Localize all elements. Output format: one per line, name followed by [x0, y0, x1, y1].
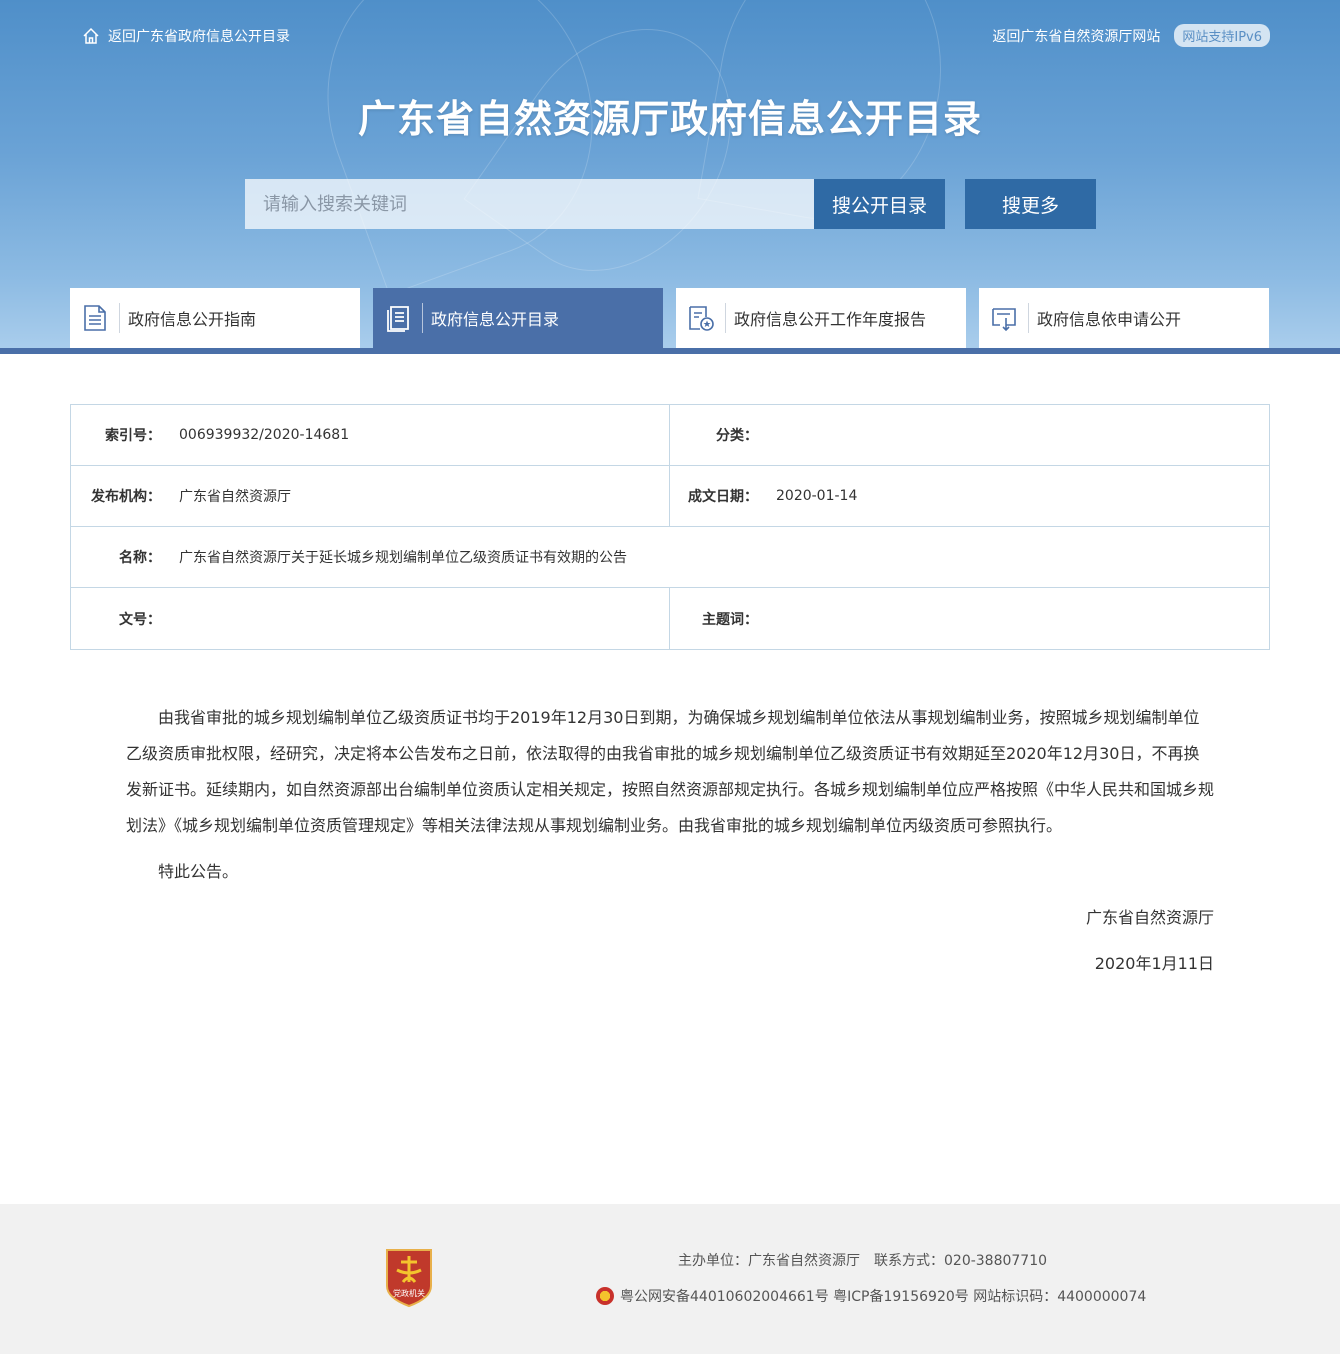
publisher-value: 广东省自然资源厅 [179, 489, 291, 505]
article-paragraph: 特此公告。 [158, 862, 239, 881]
footer-record-text[interactable]: 粤公网安备44010602004661号 粤ICP备19156920号 网站标识… [620, 1286, 1146, 1306]
index-value: 006939932/2020-14681 [179, 427, 350, 443]
tab-catalog-label: 政府信息公开目录 [431, 310, 560, 329]
article-signature: 广东省自然资源厅 [1085, 908, 1214, 927]
emblem-text: 党政机关 [393, 1288, 425, 1298]
article-paragraph: 由我省审批的城乡规划编制单位乙级资质证书均于2019年12月30日到期，为确保城… [126, 708, 1215, 835]
tab-apply[interactable]: 政府信息依申请公开 [979, 288, 1269, 348]
footer-host-info: 主办单位：广东省自然资源厅 联系方式：020-38807710 [678, 1253, 1048, 1269]
docno-label: 文号： [119, 611, 161, 628]
page-title: 广东省自然资源厅政府信息公开目录 [357, 97, 982, 141]
header-banner: 返回广东省政府信息公开目录 返回广东省自然资源厅网站 网站支持IPv6 广东省自… [0, 0, 1340, 348]
police-badge-icon[interactable] [596, 1287, 614, 1305]
article-body: 由我省审批的城乡规划编制单位乙级资质证书均于2019年12月30日到期，为确保城… [126, 700, 1214, 982]
tab-catalog[interactable]: 政府信息公开目录 [373, 288, 663, 348]
back-to-catalog-link[interactable]: 返回广东省政府信息公开目录 [82, 26, 290, 46]
document-info-table: 索引号： 006939932/2020-14681 分类： 发布机构： 广东省自… [70, 404, 1270, 650]
header-divider [0, 348, 1340, 354]
date-value: 2020-01-14 [776, 488, 858, 504]
name-label: 名称： [119, 550, 161, 566]
keywords-label: 主题词： [702, 611, 758, 628]
info-cell-docno: 文号： [71, 588, 670, 649]
report-icon [676, 303, 726, 333]
document-icon [70, 303, 120, 333]
tab-annual-report-label: 政府信息公开工作年度报告 [734, 310, 927, 329]
info-row: 名称： 广东省自然资源厅关于延长城乡规划编制单位乙级资质证书有效期的公告 [71, 527, 1269, 588]
info-cell-publisher: 发布机构： 广东省自然资源厅 [71, 466, 670, 526]
tab-guide[interactable]: 政府信息公开指南 [70, 288, 360, 348]
catalog-icon [373, 303, 423, 333]
home-icon [83, 27, 99, 44]
publisher-label: 发布机构： [91, 489, 161, 505]
category-label: 分类： [716, 428, 758, 444]
info-cell-name: 名称： 广东省自然资源厅关于延长城乡规划编制单位乙级资质证书有效期的公告 [71, 527, 1269, 587]
info-row: 索引号： 006939932/2020-14681 分类： [71, 405, 1269, 466]
name-value: 广东省自然资源厅关于延长城乡规划编制单位乙级资质证书有效期的公告 [179, 550, 627, 566]
footer: 党政机关 主办单位：广东省自然资源厅 联系方式：020-38807710 粤公网… [0, 1204, 1340, 1354]
apply-icon [979, 303, 1029, 333]
nav-tabs: 政府信息公开指南 政府信息公开目录 政府信息公开工作年度报告 政府信息依申请公开 [70, 288, 1270, 348]
ipv6-badge: 网站支持IPv6 [1174, 24, 1270, 47]
info-row: 文号： 主题词： [71, 588, 1269, 649]
search-more-button[interactable]: 搜更多 [965, 179, 1096, 229]
tab-guide-label: 政府信息公开指南 [128, 310, 257, 329]
footer-record-info: 粤公网安备44010602004661号 粤ICP备19156920号 网站标识… [596, 1286, 1146, 1306]
index-label: 索引号： [105, 428, 161, 444]
tab-annual-report[interactable]: 政府信息公开工作年度报告 [676, 288, 966, 348]
article-sign-date: 2020年1月11日 [1094, 954, 1214, 973]
topbar-right: 返回广东省自然资源厅网站 网站支持IPv6 [992, 24, 1270, 47]
tab-apply-label: 政府信息依申请公开 [1037, 310, 1182, 329]
info-row: 发布机构： 广东省自然资源厅 成文日期： 2020-01-14 [71, 466, 1269, 527]
info-cell-date: 成文日期： 2020-01-14 [670, 466, 1269, 526]
party-government-emblem-icon[interactable]: 党政机关 [383, 1246, 435, 1308]
info-cell-index: 索引号： 006939932/2020-14681 [71, 405, 670, 465]
info-cell-keywords: 主题词： [670, 588, 1269, 649]
site-home-link[interactable]: 返回广东省自然资源厅网站 [992, 26, 1160, 46]
date-label: 成文日期： [688, 489, 758, 505]
back-link-label: 返回广东省政府信息公开目录 [108, 29, 290, 45]
info-cell-category: 分类： [670, 405, 1269, 465]
search-catalog-button[interactable]: 搜公开目录 [814, 179, 945, 229]
search-input[interactable] [245, 179, 814, 229]
